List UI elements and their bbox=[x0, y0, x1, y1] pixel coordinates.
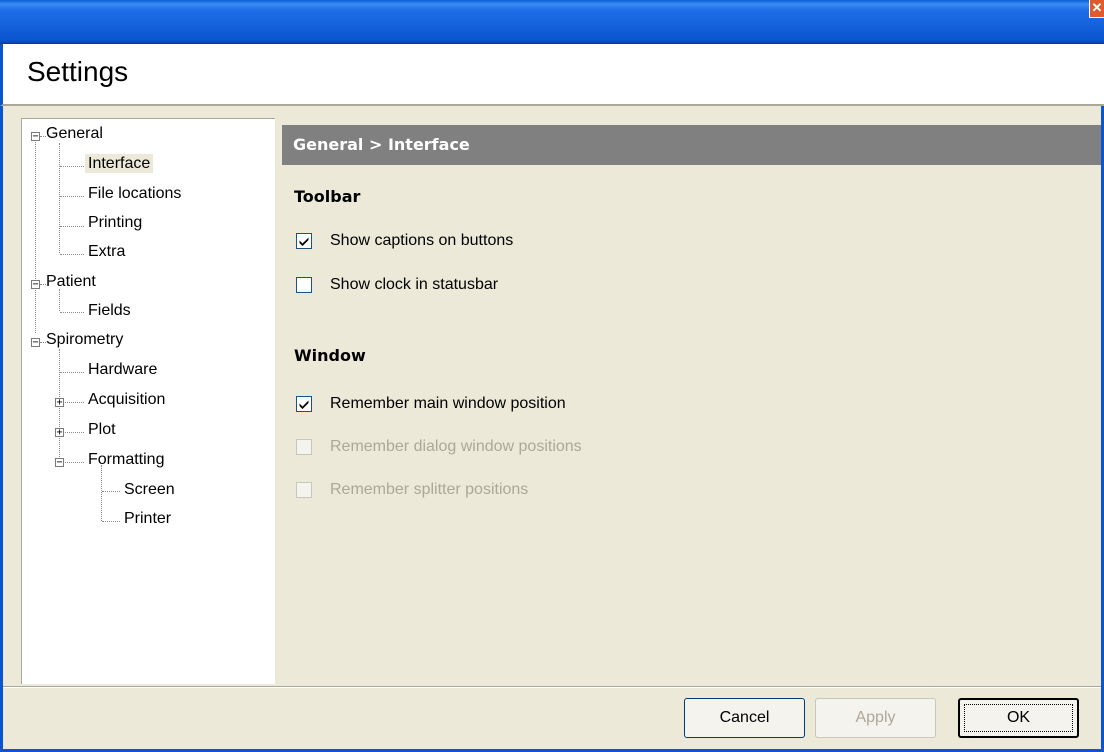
apply-button: Apply bbox=[815, 698, 936, 738]
collapse-icon[interactable]: − bbox=[31, 280, 40, 290]
tree-node-fields[interactable]: Fields bbox=[85, 302, 134, 320]
show-captions-label: Show captions on buttons bbox=[330, 232, 514, 249]
tree-node-screen[interactable]: Screen bbox=[121, 481, 178, 499]
tree-line bbox=[102, 521, 120, 522]
show-captions-checkbox[interactable] bbox=[296, 233, 312, 249]
tree-line bbox=[102, 491, 120, 492]
tree-node-file-locations[interactable]: File locations bbox=[85, 185, 184, 203]
settings-tree[interactable]: − − − + + − General Interface File locat… bbox=[21, 118, 275, 684]
tree-node-interface[interactable]: Interface bbox=[85, 154, 154, 173]
tree-node-general[interactable]: General bbox=[43, 125, 106, 143]
tree-line bbox=[60, 372, 84, 373]
expand-icon[interactable]: + bbox=[55, 398, 64, 408]
dialog-title: Settings bbox=[27, 56, 129, 87]
button-separator bbox=[3, 686, 1101, 688]
remember-splitters-checkbox bbox=[296, 482, 312, 498]
section-title-window: Window bbox=[294, 346, 366, 365]
tree-line bbox=[65, 462, 84, 463]
section-title-toolbar: Toolbar bbox=[294, 187, 361, 206]
checkmark-icon bbox=[299, 400, 309, 409]
remember-dialog-windows-checkbox bbox=[296, 439, 312, 455]
tree-line bbox=[59, 143, 60, 253]
tree-node-patient[interactable]: Patient bbox=[43, 273, 99, 291]
tree-line bbox=[59, 289, 60, 311]
tree-node-plot[interactable]: Plot bbox=[85, 421, 119, 439]
close-icon[interactable]: ✕ bbox=[1089, 0, 1104, 18]
tree-line bbox=[60, 166, 84, 167]
tree-node-printing[interactable]: Printing bbox=[85, 214, 145, 232]
tree-line bbox=[35, 137, 36, 333]
tree-node-printer[interactable]: Printer bbox=[121, 510, 174, 528]
ok-button-label: OK bbox=[1006, 709, 1031, 726]
show-clock-label: Show clock in statusbar bbox=[330, 276, 499, 293]
tree-line bbox=[60, 196, 84, 197]
cancel-button[interactable]: Cancel bbox=[684, 698, 805, 738]
tree-line bbox=[60, 226, 84, 227]
collapse-icon[interactable]: − bbox=[31, 338, 40, 348]
tree-node-formatting[interactable]: Formatting bbox=[85, 451, 167, 469]
tree-node-extra[interactable]: Extra bbox=[85, 243, 128, 261]
tree-node-spirometry[interactable]: Spirometry bbox=[43, 331, 126, 349]
tree-line bbox=[60, 312, 84, 313]
show-clock-checkbox[interactable] bbox=[296, 277, 312, 293]
dialog-header: Settings bbox=[0, 44, 1104, 106]
collapse-icon[interactable]: − bbox=[55, 458, 64, 468]
remember-main-window-checkbox[interactable] bbox=[296, 396, 312, 412]
checkmark-icon bbox=[299, 237, 309, 246]
tree-line bbox=[60, 254, 84, 255]
breadcrumb-bar: General > Interface bbox=[282, 125, 1101, 165]
window-titlebar: ✕ bbox=[0, 0, 1104, 44]
remember-main-window-label: Remember main window position bbox=[330, 395, 566, 412]
window-frame-left bbox=[0, 106, 3, 752]
tree-line bbox=[65, 432, 84, 433]
remember-splitters-label: Remember splitter positions bbox=[330, 481, 529, 498]
tree-node-acquisition[interactable]: Acquisition bbox=[85, 391, 168, 409]
tree-line bbox=[101, 465, 102, 521]
tree-node-hardware[interactable]: Hardware bbox=[85, 361, 160, 379]
expand-icon[interactable]: + bbox=[55, 428, 64, 438]
breadcrumb: General > Interface bbox=[293, 135, 470, 154]
ok-button[interactable]: OK bbox=[958, 698, 1079, 738]
collapse-icon[interactable]: − bbox=[31, 132, 40, 142]
remember-dialog-windows-label: Remember dialog window positions bbox=[330, 438, 582, 455]
tree-line bbox=[65, 402, 84, 403]
